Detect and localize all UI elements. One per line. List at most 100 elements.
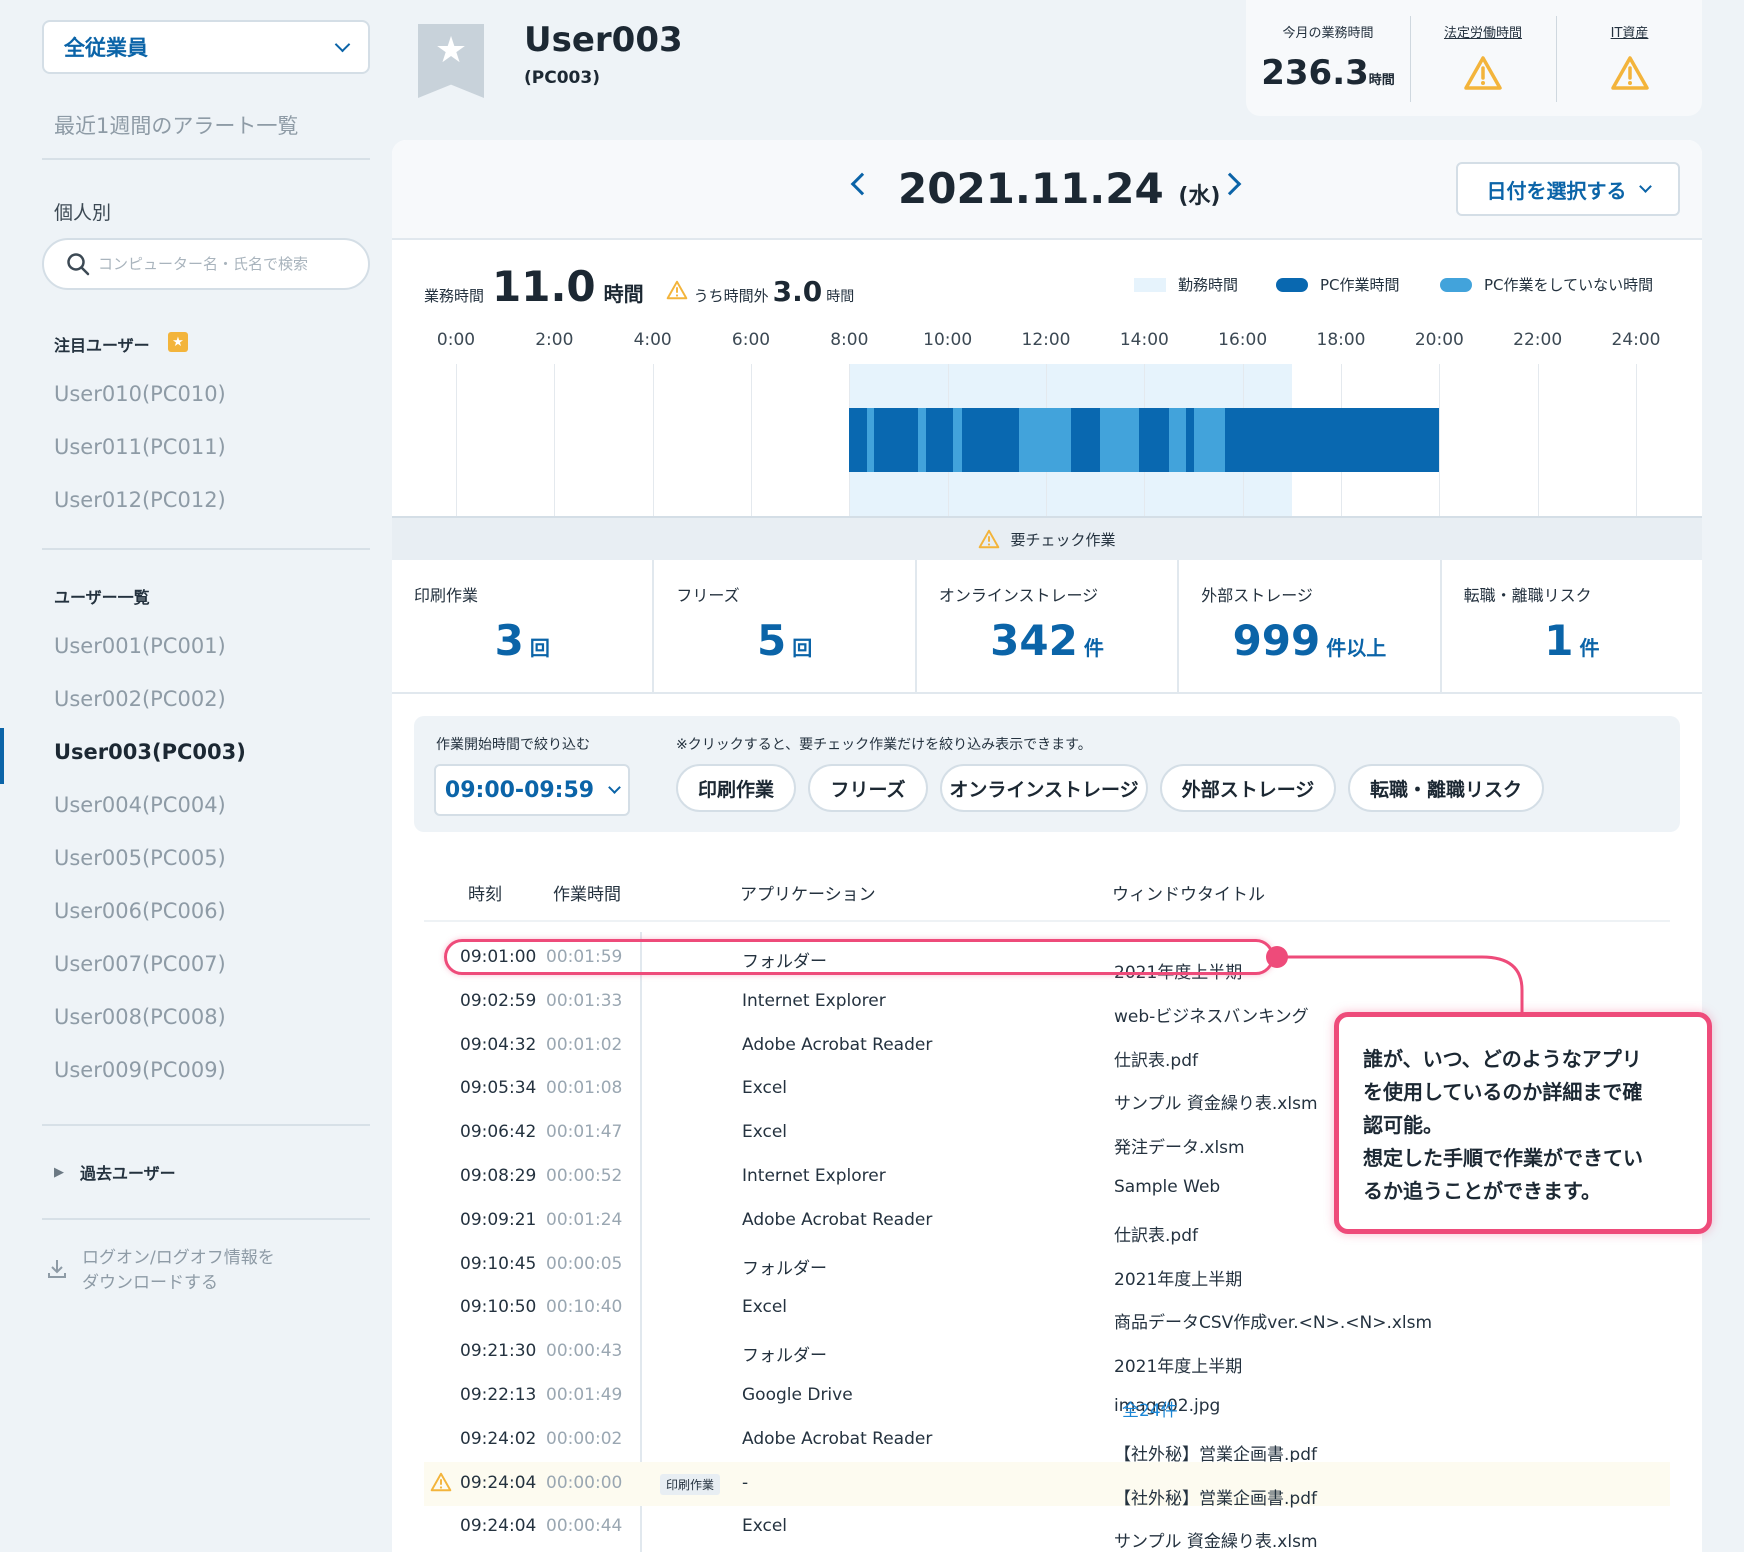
cell-time: 09:21:30 xyxy=(460,1341,537,1362)
user-item[interactable]: User001(PC001) xyxy=(54,634,226,658)
user-item-active[interactable]: User003(PC003) xyxy=(54,740,246,764)
highlight-connector-dot xyxy=(1266,946,1288,968)
pc-work-segment[interactable] xyxy=(1139,408,1169,472)
pc-idle-segment[interactable] xyxy=(1193,408,1226,472)
individual-label: 個人別 xyxy=(54,202,112,224)
it-assets-link[interactable]: IT資産 xyxy=(1557,22,1702,41)
legal-hours-link[interactable]: 法定労働時間 xyxy=(1411,22,1555,41)
cell-app: Internet Explorer xyxy=(742,990,886,1011)
row-tag: 印刷作業 xyxy=(660,1473,721,1495)
user-item[interactable]: User007(PC007) xyxy=(54,952,226,976)
stat-card[interactable]: 転職・離職リスク 1 件 xyxy=(1442,560,1702,692)
filter-chip[interactable]: オンラインストレージ xyxy=(940,764,1148,812)
cell-time: 09:24:04 xyxy=(460,1516,537,1537)
stat-card[interactable]: オンラインストレージ 342 件 xyxy=(917,560,1180,692)
pc-work-segment[interactable] xyxy=(1070,408,1101,472)
pc-idle-segment[interactable] xyxy=(1168,408,1187,472)
stat-value: 342 件 xyxy=(990,616,1104,665)
pc-idle-segment[interactable] xyxy=(918,408,926,472)
month-hours-value: 236.3時間 xyxy=(1261,53,1395,93)
cell-time: 09:10:45 xyxy=(460,1253,537,1274)
filter-chip[interactable]: フリーズ xyxy=(808,764,928,812)
pc-work-segment[interactable] xyxy=(1225,408,1440,472)
pc-idle-segment[interactable] xyxy=(952,408,963,472)
table-row[interactable]: 09:10:45 00:00:05 フォルダー 2021年度上半期 xyxy=(424,1243,1670,1290)
user-item[interactable]: User004(PC004) xyxy=(54,793,226,817)
cell-app: Excel xyxy=(742,1078,788,1099)
cell-duration: 00:01:02 xyxy=(546,1034,623,1055)
filter-chip[interactable]: 転職・離職リスク xyxy=(1348,764,1544,812)
user-list-heading: ユーザー一覧 xyxy=(54,588,150,607)
user-item[interactable]: User008(PC008) xyxy=(54,1005,226,1029)
highlight-connector-line xyxy=(1286,955,1524,1012)
cell-app: Google Drive xyxy=(742,1385,853,1405)
user-item[interactable]: User005(PC005) xyxy=(54,846,226,870)
tick-label: 6:00 xyxy=(731,330,771,350)
grid-line xyxy=(456,364,457,518)
table-row[interactable]: 09:24:04 00:00:00 印刷作業 - 【社外秘】営業企画書.pdf xyxy=(424,1461,1670,1509)
stat-label: 印刷作業 xyxy=(414,586,479,605)
user-item[interactable]: User009(PC009) xyxy=(54,1058,226,1082)
col-header-window: ウィンドウタイトル xyxy=(1112,885,1265,905)
past-users-label: 過去ユーザー xyxy=(80,1164,176,1183)
cell-app: Excel xyxy=(742,1516,788,1537)
date-picker-button[interactable]: 日付を選択する xyxy=(1456,162,1680,216)
watched-user-item[interactable]: User011(PC011) xyxy=(54,435,226,459)
cell-time: 09:24:04 xyxy=(460,1472,537,1493)
cell-duration: 00:00:05 xyxy=(546,1253,623,1274)
cell-app: Adobe Acrobat Reader xyxy=(742,1209,933,1230)
overtime-unit: 時間 xyxy=(826,289,855,305)
pc-work-segment[interactable] xyxy=(925,408,953,472)
search-input[interactable] xyxy=(98,255,348,273)
past-users-toggle[interactable]: ▶ 過去ユーザー xyxy=(54,1160,176,1184)
watched-user-item[interactable]: User010(PC010) xyxy=(54,382,226,406)
cell-duration: 00:01:33 xyxy=(546,990,623,1011)
user-item[interactable]: User006(PC006) xyxy=(54,899,226,923)
prev-day-icon[interactable] xyxy=(850,172,874,196)
legal-hours[interactable]: 法定労働時間 xyxy=(1411,0,1555,116)
pc-idle-segment[interactable] xyxy=(1100,408,1140,472)
cell-time: 09:01:00 xyxy=(460,947,537,967)
bookmark-star-icon[interactable]: ★ xyxy=(418,24,484,98)
cell-time: 09:24:02 xyxy=(460,1428,537,1449)
callout-line: を使用しているのか詳細まで確 xyxy=(1363,1080,1643,1104)
table-row[interactable]: 09:21:30 00:00:43 フォルダー 2021年度上半期 xyxy=(424,1330,1670,1377)
pc-work-segment[interactable] xyxy=(962,408,1019,472)
col-header-duration: 作業時間 xyxy=(553,885,621,905)
filter-chip[interactable]: 印刷作業 xyxy=(676,764,796,812)
stat-card[interactable]: 印刷作業 3 回 xyxy=(392,560,655,692)
pc-work-segment[interactable] xyxy=(873,408,919,472)
time-range-select[interactable]: 09:00-09:59 xyxy=(434,764,630,816)
warning-icon xyxy=(430,1472,452,1491)
table-row[interactable]: 09:24:04 00:00:44 Excel サンプル 資金繰り表.xlsm xyxy=(424,1505,1670,1552)
filter-chip[interactable]: 外部ストレージ xyxy=(1160,764,1336,812)
scope-select-label: 全従業員 xyxy=(64,36,148,60)
legend-idle: PC作業をしていない時間 xyxy=(1440,274,1653,295)
stat-card[interactable]: 外部ストレージ 999 件以上 xyxy=(1179,560,1442,692)
stat-value: 3回 xyxy=(494,616,550,665)
stat-card[interactable]: フリーズ 5 回 xyxy=(654,560,917,692)
alerts-link[interactable]: 最近1週間のアラート一覧 xyxy=(54,110,298,140)
tick-label: 14:00 xyxy=(1119,330,1169,350)
it-assets[interactable]: IT資産 xyxy=(1557,0,1702,116)
download-logon-link[interactable]: ログオン/ログオフ情報を ダウンロードする xyxy=(46,1246,275,1296)
table-row[interactable]: 09:24:02 00:00:02 Adobe Acrobat Reader 【社外秘… xyxy=(424,1418,1670,1465)
user-item[interactable]: User002(PC002) xyxy=(54,687,226,711)
col-header-time: 時刻 xyxy=(468,885,502,905)
pc-idle-segment[interactable] xyxy=(866,408,874,472)
watched-user-item[interactable]: User012(PC012) xyxy=(54,488,226,512)
cell-duration: 00:01:08 xyxy=(546,1078,623,1099)
cell-app: Internet Explorer xyxy=(742,1166,886,1186)
cell-app: Excel xyxy=(742,1297,788,1318)
search-box[interactable] xyxy=(42,238,370,290)
next-day-icon[interactable] xyxy=(1218,172,1242,196)
pc-work-segment[interactable] xyxy=(849,408,867,472)
table-row[interactable]: 09:22:13 00:01:49 Google Drive image02.jpg 全… xyxy=(424,1374,1670,1421)
table-row[interactable]: 09:10:50 00:10:40 Excel 商品データCSV作成ver.<N>.<… xyxy=(424,1286,1670,1333)
grid-line xyxy=(1439,364,1441,518)
scope-select[interactable]: 全従業員 xyxy=(42,20,370,74)
tick-label: 4:00 xyxy=(633,330,672,350)
pc-idle-segment[interactable] xyxy=(1018,408,1071,472)
divider xyxy=(42,158,370,160)
pc-work-segment[interactable] xyxy=(1186,408,1194,472)
